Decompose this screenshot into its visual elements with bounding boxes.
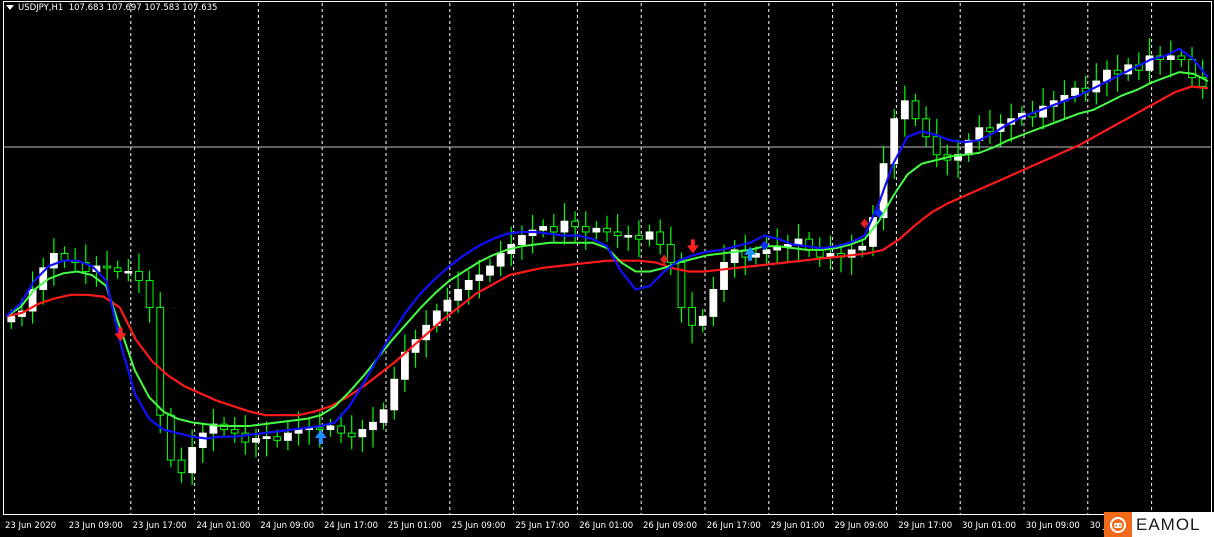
bull-candle	[252, 438, 260, 443]
bull-candle	[517, 235, 526, 246]
bear-candle	[656, 231, 665, 246]
bull-candle	[592, 227, 601, 233]
bull-candle	[783, 244, 792, 247]
x-tick-label: 23 Jun 2020	[5, 521, 56, 531]
ohlc-readout: 107.683 107.697 107.583 107.635	[68, 3, 218, 13]
bull-candle	[720, 262, 728, 290]
x-tick-label: 26 Jun 17:00	[707, 521, 761, 531]
bull-candle	[475, 274, 484, 281]
bull-candle	[709, 288, 718, 317]
bull-candle	[262, 436, 271, 440]
bear-candle	[1113, 69, 1122, 75]
bull-candle	[358, 429, 367, 438]
x-tick-label: 25 Jun 01:00	[388, 521, 442, 531]
bear-candle	[337, 425, 345, 434]
bull-candle	[560, 220, 569, 233]
x-tick-label: 25 Jun 09:00	[452, 521, 506, 531]
bear-candle	[635, 235, 643, 240]
bear-candle	[603, 227, 611, 233]
x-tick-label: 25 Jun 17:00	[515, 521, 569, 531]
bull-candle	[762, 249, 771, 255]
bull-candle	[496, 253, 505, 267]
bear-candle	[177, 459, 186, 474]
bull-candle	[188, 447, 197, 474]
watermark-text: EAMOL	[1132, 512, 1214, 537]
bull-candle	[1071, 87, 1079, 96]
bull-candle	[198, 432, 207, 449]
bull-candle	[858, 245, 867, 251]
bull-candle	[645, 231, 654, 240]
bull-candle	[539, 226, 548, 231]
bear-candle	[571, 220, 579, 228]
bear-candle	[113, 267, 122, 272]
bull-candle	[794, 238, 803, 246]
bear-candle	[911, 100, 920, 120]
x-tick-label: 26 Jun 09:00	[643, 521, 697, 531]
brand-watermark: EAMOL	[1104, 512, 1214, 537]
x-tick-label: 24 Jun 09:00	[260, 521, 314, 531]
bull-candle	[624, 235, 633, 238]
bull-candle	[124, 270, 133, 274]
bull-candle	[464, 279, 473, 290]
dropdown-triangle-icon[interactable]	[6, 5, 14, 10]
bear-candle	[273, 436, 282, 441]
bear-candle	[135, 270, 143, 281]
x-tick-label: 29 Jun 01:00	[771, 521, 825, 531]
bear-candle	[815, 249, 824, 258]
bull-candle	[326, 425, 335, 431]
bear-candle	[549, 226, 558, 233]
bull-candle	[369, 421, 377, 431]
bull-candle	[1145, 55, 1154, 71]
bear-candle	[1177, 55, 1186, 61]
x-tick-label: 30 Jun 01:00	[962, 521, 1016, 531]
bear-candle	[932, 136, 941, 156]
bull-candle	[379, 409, 388, 423]
bear-candle	[103, 265, 111, 269]
bull-candle	[443, 299, 452, 312]
bear-candle	[230, 429, 239, 434]
bear-candle	[688, 306, 697, 326]
bear-candle	[666, 244, 675, 263]
bull-candle	[283, 432, 292, 441]
x-tick-label: 23 Jun 17:00	[133, 521, 187, 531]
bear-candle	[315, 427, 324, 431]
x-tick-label: 23 Jun 09:00	[69, 521, 123, 531]
x-tick-label: 26 Jun 01:00	[579, 521, 633, 531]
bull-candle	[900, 100, 909, 120]
price-chart[interactable]: 23 Jun 2020 23 Jun 09:00 23 Jun 17:00 24 Ju…	[0, 0, 1214, 537]
bear-candle	[145, 279, 154, 308]
x-tick-label: 24 Jun 01:00	[196, 521, 250, 531]
bull-candle	[7, 315, 16, 323]
bull-candle	[454, 288, 462, 301]
bear-candle	[156, 306, 165, 416]
symbol-label: USDJPY,H1	[18, 3, 64, 13]
bull-candle	[486, 265, 494, 276]
bull-candle	[698, 315, 707, 326]
x-tick-label: 24 Jun 17:00	[324, 521, 378, 531]
bear-candle	[986, 127, 994, 132]
chart-title[interactable]: USDJPY,H1 107.683 107.697 107.583 107.63…	[6, 3, 217, 13]
bear-candle	[613, 231, 622, 237]
bull-candle	[390, 378, 399, 411]
x-tick-label: 30 Jun 09:00	[1026, 521, 1080, 531]
bear-candle	[581, 226, 590, 233]
bull-candle	[1166, 55, 1175, 61]
bear-candle	[805, 238, 814, 251]
robot-logo-icon	[1104, 512, 1132, 537]
x-tick-label: 29 Jun 17:00	[898, 521, 952, 531]
bear-candle	[347, 432, 356, 438]
x-tick-label: 29 Jun 09:00	[834, 521, 888, 531]
bear-candle	[166, 414, 175, 461]
